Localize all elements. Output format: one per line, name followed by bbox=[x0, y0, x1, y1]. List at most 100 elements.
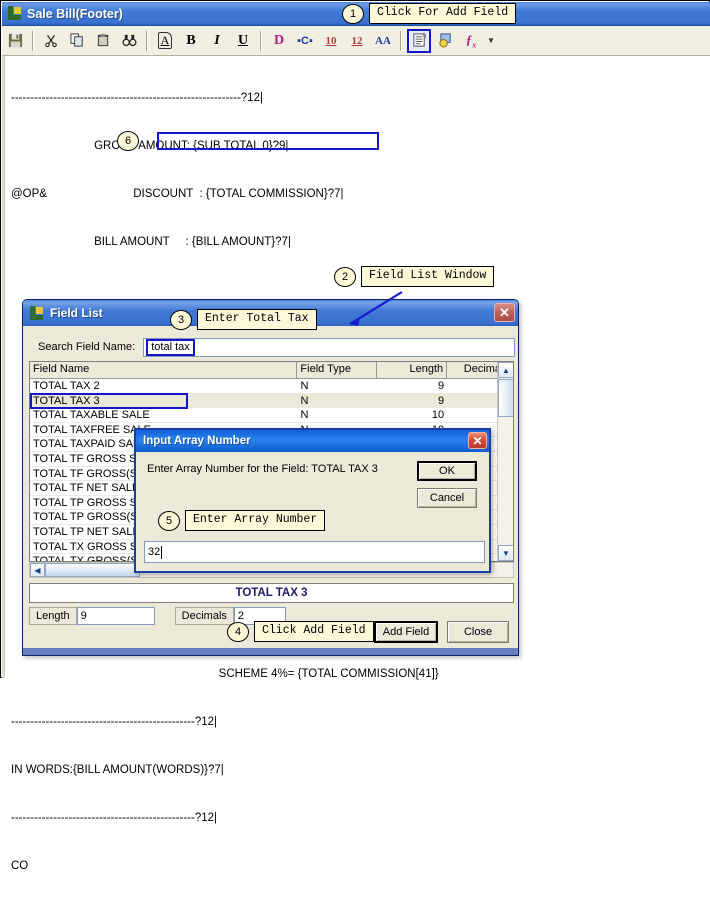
toolbar-separator-2 bbox=[146, 30, 148, 51]
table-row[interactable]: TOTAL TAXABLE SALE N 10 2 bbox=[30, 408, 513, 423]
add-field-button[interactable] bbox=[407, 28, 431, 53]
underline-icon: U bbox=[237, 32, 249, 48]
grid-vertical-scrollbar[interactable]: ▲ ▼ bbox=[497, 362, 513, 561]
array-number-value: 32 bbox=[148, 546, 161, 558]
cell-length: 9 bbox=[438, 380, 445, 392]
input-array-prompt: Enter Array Number for the Field: TOTAL … bbox=[147, 463, 378, 475]
cell-field-type: N bbox=[300, 380, 309, 392]
add-field-icon bbox=[412, 33, 426, 47]
app-logo-icon bbox=[7, 6, 22, 21]
italic-button[interactable]: I bbox=[205, 29, 229, 53]
text-caret bbox=[161, 545, 163, 559]
doc-line: ----------------------------------------… bbox=[11, 812, 217, 824]
field-list-logo-icon bbox=[29, 305, 44, 321]
cell-field-type: N bbox=[300, 409, 309, 422]
column-header-field-name[interactable]: Field Name bbox=[30, 362, 298, 378]
input-array-titlebar: Input Array Number ✕ bbox=[136, 430, 489, 452]
condense-c-icon: ▪C▪ bbox=[297, 34, 313, 47]
cell-field-name: TOTAL TAX 3 bbox=[33, 394, 100, 407]
draft-d-icon: D bbox=[273, 32, 285, 48]
callout-5-label: Enter Array Number bbox=[185, 510, 326, 531]
bold-button[interactable]: B bbox=[179, 29, 203, 53]
insert-object-icon bbox=[438, 33, 451, 48]
search-field-input[interactable]: total tax bbox=[143, 337, 515, 357]
cpi12-button[interactable]: 12 bbox=[345, 29, 369, 53]
callout-2-bubble: 2 bbox=[334, 266, 356, 287]
callout-6-bubble: 6 bbox=[117, 131, 139, 151]
doc-line: ----------------------------------------… bbox=[11, 716, 217, 728]
search-field-value: total tax bbox=[146, 338, 195, 356]
column-header-length[interactable]: Length bbox=[377, 362, 448, 378]
callout-2-label: Field List Window bbox=[361, 266, 495, 287]
toolbar-separator-3 bbox=[260, 30, 262, 51]
formula-dropdown-arrow[interactable]: ▼ bbox=[485, 29, 497, 53]
scroll-left-button[interactable]: ◀ bbox=[30, 563, 45, 577]
paste-button[interactable] bbox=[91, 29, 115, 53]
doc-line: @OP& DISCOUNT : {TOTAL COMMISSION}?7| bbox=[11, 188, 344, 200]
scissors-icon bbox=[45, 34, 57, 48]
save-button[interactable] bbox=[3, 29, 27, 53]
ok-button-label: OK bbox=[439, 465, 455, 477]
toolbar-separator-4 bbox=[400, 30, 402, 51]
add-field-button-label: Add Field bbox=[382, 626, 430, 638]
callout-2: 2 Field List Window bbox=[334, 266, 495, 287]
doc-line-in-words: IN WORDS:{BILL AMOUNT(WORDS)}?7| bbox=[11, 764, 224, 776]
italic-icon: I bbox=[214, 32, 220, 48]
cpi-10-icon: 10 bbox=[325, 34, 337, 47]
callout-4-label: Click Add Field bbox=[254, 621, 374, 642]
window-title: Sale Bill(Footer) bbox=[27, 6, 123, 21]
double-width-button[interactable]: AA bbox=[371, 29, 395, 53]
field-list-title: Field List bbox=[50, 306, 103, 320]
cell-field-name: TOTAL TAX 2 bbox=[33, 380, 100, 392]
insert-object-button[interactable] bbox=[433, 29, 457, 53]
callout-4: 4 Click Add Field bbox=[227, 621, 374, 642]
paste-icon bbox=[97, 33, 108, 47]
formula-button[interactable]: ƒx bbox=[459, 29, 483, 53]
condense-button[interactable]: ▪C▪ bbox=[293, 29, 317, 53]
field-list-close-button[interactable]: ✕ bbox=[494, 303, 515, 322]
length-label: Length bbox=[29, 606, 77, 625]
cancel-button[interactable]: Cancel bbox=[417, 488, 477, 508]
column-header-field-type[interactable]: Field Type bbox=[297, 362, 378, 378]
input-array-close-button[interactable]: ✕ bbox=[468, 432, 487, 449]
font-color-button[interactable]: A bbox=[153, 29, 177, 53]
table-row[interactable]: TOTAL TAX 2 N 9 2 bbox=[30, 379, 513, 394]
callout-3: 3 Enter Total Tax bbox=[170, 309, 317, 330]
input-array-title: Input Array Number bbox=[143, 435, 251, 447]
callout-5-bubble: 5 bbox=[158, 510, 180, 531]
add-field-button-dialog[interactable]: Add Field bbox=[374, 621, 438, 643]
formula-fx-icon: ƒx bbox=[465, 31, 477, 50]
find-button[interactable] bbox=[117, 29, 141, 53]
cell-length: 9 bbox=[438, 394, 445, 407]
table-row-selected[interactable]: TOTAL TAX 3 N 9 2 bbox=[30, 393, 513, 409]
selected-field-banner: TOTAL TAX 3 bbox=[29, 583, 514, 603]
array-number-input[interactable]: 32 bbox=[144, 541, 485, 563]
close-button-label: Close bbox=[463, 626, 493, 638]
vertical-scroll-thumb[interactable] bbox=[498, 379, 513, 417]
cell-field-name: TOTAL TAXABLE SALE bbox=[33, 409, 150, 422]
dialog-bottom-strip bbox=[23, 648, 518, 655]
length-input[interactable]: 9 bbox=[76, 606, 155, 625]
horizontal-scroll-thumb[interactable] bbox=[45, 563, 140, 577]
copy-button[interactable] bbox=[65, 29, 89, 53]
scroll-down-button[interactable]: ▼ bbox=[498, 545, 513, 561]
field-list-grid-header: Field Name Field Type Length Decimals bbox=[30, 362, 513, 379]
callout-6: 6 bbox=[117, 131, 139, 151]
cpi10-button[interactable]: 10 bbox=[319, 29, 343, 53]
cell-field-type: N bbox=[300, 394, 309, 407]
cut-button[interactable] bbox=[39, 29, 63, 53]
doc-line: CO bbox=[11, 860, 29, 872]
font-a-icon: A bbox=[157, 32, 173, 49]
doc-line: ----------------------------------------… bbox=[11, 92, 263, 104]
main-toolbar: A B I U D ▪C▪ 10 12 AA ƒx ▼ bbox=[2, 26, 710, 56]
binoculars-icon bbox=[122, 34, 136, 47]
cell-length: 10 bbox=[431, 409, 445, 422]
ok-button[interactable]: OK bbox=[417, 461, 477, 481]
close-button-dialog[interactable]: Close bbox=[447, 621, 509, 643]
doc-line: BILL AMOUNT : {BILL AMOUNT}?7| bbox=[11, 236, 291, 248]
draft-button[interactable]: D bbox=[267, 29, 291, 53]
copy-icon bbox=[69, 33, 83, 47]
callout-3-bubble: 3 bbox=[170, 309, 192, 330]
scroll-up-button[interactable]: ▲ bbox=[498, 362, 513, 378]
underline-button[interactable]: U bbox=[231, 29, 255, 53]
